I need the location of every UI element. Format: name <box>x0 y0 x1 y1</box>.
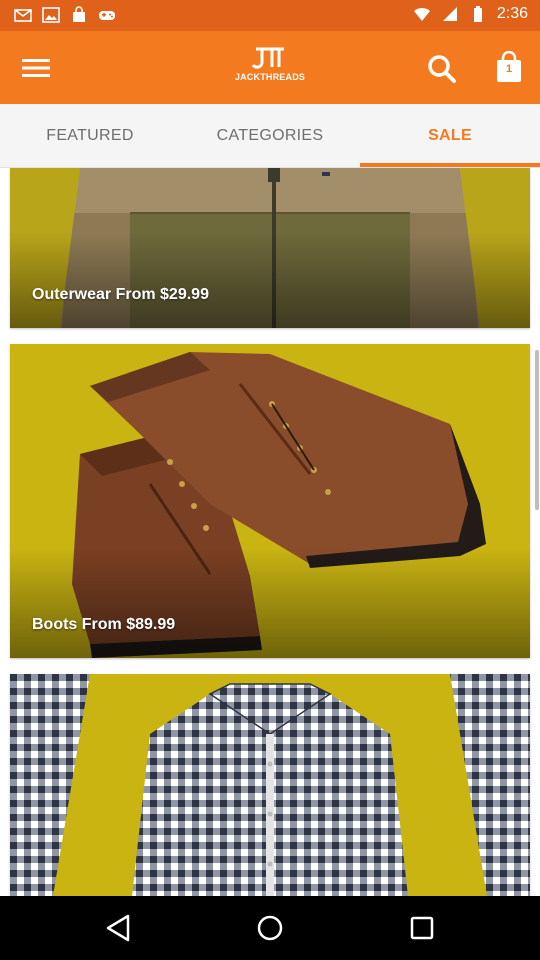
back-button[interactable] <box>98 908 138 948</box>
home-icon <box>257 915 283 941</box>
card-shade <box>10 548 530 658</box>
sale-card-shirt[interactable] <box>10 674 530 896</box>
card-label: Outerwear From $29.99 <box>32 286 209 303</box>
battery-icon <box>473 6 482 22</box>
active-tab-indicator <box>360 163 540 167</box>
gingham-shirt-image <box>10 674 530 896</box>
menu-icon <box>22 59 50 77</box>
sale-feed[interactable]: Outerwear From $29.99 Boots From $89.99 <box>0 168 540 896</box>
sale-card-boots[interactable]: Boots From $89.99 <box>10 344 530 658</box>
back-icon <box>106 914 130 942</box>
mail-icon <box>14 9 32 22</box>
gamepad-icon <box>99 11 115 20</box>
search-icon <box>428 55 456 83</box>
tab-featured[interactable]: FEATURED <box>0 104 180 167</box>
search-button[interactable] <box>426 53 458 85</box>
status-bar: 2:36 <box>0 0 540 31</box>
status-time: 2:36 <box>496 5 528 22</box>
system-status: 2:36 <box>413 5 528 23</box>
card-label: Boots From $89.99 <box>32 616 176 633</box>
scrollbar-thumb[interactable] <box>535 350 539 510</box>
notification-icons <box>14 6 116 24</box>
signal-icon <box>442 7 457 21</box>
app-bar: JACKTHREADS 1 <box>0 31 540 104</box>
wifi-icon <box>413 7 430 21</box>
system-nav-bar <box>0 896 540 960</box>
recents-button[interactable] <box>402 908 442 948</box>
menu-button[interactable] <box>18 53 54 83</box>
tab-bar: FEATURED CATEGORIES SALE <box>0 104 540 168</box>
sale-card-outerwear[interactable]: Outerwear From $29.99 <box>10 168 530 328</box>
bag-icon <box>73 6 85 22</box>
home-button[interactable] <box>250 908 290 948</box>
card-shade <box>10 232 530 328</box>
photo-icon <box>42 7 60 23</box>
tab-sale[interactable]: SALE <box>360 104 540 167</box>
cart-button[interactable]: 1 <box>494 50 524 85</box>
jackthreads-logo: JACKTHREADS <box>230 45 310 91</box>
cart-count-badge: 1 <box>505 63 513 75</box>
logo-mark <box>251 47 284 69</box>
tab-categories[interactable]: CATEGORIES <box>180 104 360 167</box>
recents-icon <box>410 916 434 940</box>
logo-text: JACKTHREADS <box>234 72 306 82</box>
